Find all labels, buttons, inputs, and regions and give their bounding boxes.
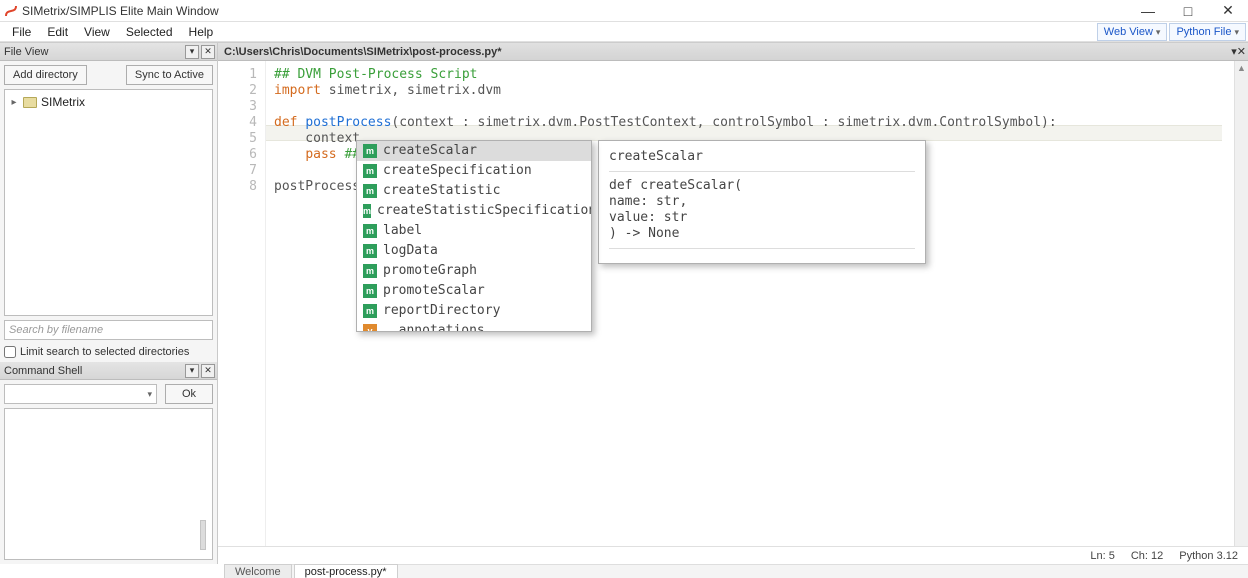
limit-search-checkbox[interactable]: Limit search to selected directories bbox=[4, 346, 213, 358]
autocomplete-item[interactable]: m createSpecification bbox=[357, 161, 591, 181]
window-title: SIMetrix/SIMPLIS Elite Main Window bbox=[22, 4, 1128, 18]
code-editor[interactable]: 1 2 3 4 5 6 7 8 ## DVM Post-Process Scri… bbox=[218, 61, 1248, 564]
fileview-close-button[interactable]: ✕ bbox=[201, 45, 215, 59]
menu-edit[interactable]: Edit bbox=[39, 23, 76, 41]
menu-file[interactable]: File bbox=[4, 23, 39, 41]
autocomplete-label: createSpecification bbox=[383, 163, 532, 179]
menu-help[interactable]: Help bbox=[181, 23, 222, 41]
cmdshell-collapse-button[interactable]: ▾ bbox=[185, 364, 199, 378]
method-icon: m bbox=[363, 204, 371, 218]
autocomplete-item[interactable]: m reportDirectory bbox=[357, 301, 591, 321]
file-search-input[interactable]: Search by filename bbox=[4, 320, 213, 340]
autocomplete-label: logData bbox=[383, 243, 438, 259]
line-gutter: 1 2 3 4 5 6 7 8 bbox=[218, 61, 266, 564]
autocomplete-label: createStatisticSpecification bbox=[377, 203, 591, 219]
tab-welcome[interactable]: Welcome bbox=[224, 564, 292, 578]
fileview-panel: Add directory Sync to Active ▸ SIMetrix … bbox=[0, 61, 217, 362]
cmd-input[interactable] bbox=[4, 384, 157, 404]
autocomplete-label: label bbox=[383, 223, 422, 239]
autocomplete-item[interactable]: v __annotations__ bbox=[357, 321, 591, 331]
autocomplete-label: createStatistic bbox=[383, 183, 500, 199]
app-logo-icon bbox=[4, 4, 18, 18]
close-button[interactable]: ✕ bbox=[1208, 0, 1248, 22]
scroll-up-icon[interactable]: ▲ bbox=[1235, 61, 1248, 75]
method-icon: m bbox=[363, 244, 377, 258]
autocomplete-item[interactable]: m promoteGraph bbox=[357, 261, 591, 281]
autocomplete-item[interactable]: mlabel bbox=[357, 221, 591, 241]
method-icon: m bbox=[363, 144, 377, 158]
cmdshell-close-button[interactable]: ✕ bbox=[201, 364, 215, 378]
autocomplete-item[interactable]: m createScalar bbox=[357, 141, 591, 161]
document-tabs: Welcome post-process.py* bbox=[224, 564, 1248, 578]
autocomplete-label: reportDirectory bbox=[383, 303, 500, 319]
code-body[interactable]: ## DVM Post-Process Script import simetr… bbox=[266, 61, 1234, 564]
status-line: 5 bbox=[1109, 550, 1115, 562]
autocomplete-label: promoteScalar bbox=[383, 283, 485, 299]
maximize-button[interactable]: □ bbox=[1168, 0, 1208, 22]
fileview-title: File View bbox=[4, 46, 183, 58]
pythonfile-dropdown[interactable]: Python File bbox=[1169, 23, 1246, 41]
cmdshell-panel: Ok bbox=[0, 380, 217, 564]
tab-postprocess[interactable]: post-process.py* bbox=[294, 564, 398, 578]
tree-root-label: SIMetrix bbox=[41, 95, 85, 109]
doc-popup: createScalar def createScalar( name: str… bbox=[598, 140, 926, 264]
fileview-collapse-button[interactable]: ▾ bbox=[185, 45, 199, 59]
autocomplete-item[interactable]: m createStatistic bbox=[357, 181, 591, 201]
fileview-header: File View ▾ ✕ bbox=[0, 43, 217, 61]
cmd-output bbox=[4, 408, 213, 560]
minimize-button[interactable]: — bbox=[1128, 0, 1168, 22]
method-icon: m bbox=[363, 264, 377, 278]
editor-vscrollbar[interactable]: ▲ ▼ bbox=[1234, 61, 1248, 564]
autocomplete-item[interactable]: m promoteScalar bbox=[357, 281, 591, 301]
method-icon: m bbox=[363, 304, 377, 318]
status-bar: Ln: 5 Ch: 12 Python 3.12 bbox=[218, 546, 1248, 564]
cmd-ok-button[interactable]: Ok bbox=[165, 384, 213, 404]
autocomplete-item[interactable]: m logData bbox=[357, 241, 591, 261]
sync-to-active-button[interactable]: Sync to Active bbox=[126, 65, 213, 85]
editor-close-button[interactable]: ✕ bbox=[1237, 45, 1246, 58]
add-directory-button[interactable]: Add directory bbox=[4, 65, 87, 85]
autocomplete-label: promoteGraph bbox=[383, 263, 477, 279]
vertical-splitter[interactable] bbox=[200, 520, 206, 550]
cmdshell-header: Command Shell ▾ ✕ bbox=[0, 362, 217, 380]
tree-expand-icon[interactable]: ▸ bbox=[9, 97, 19, 108]
method-icon: m bbox=[363, 184, 377, 198]
menu-selected[interactable]: Selected bbox=[118, 23, 181, 41]
tree-root-item[interactable]: ▸ SIMetrix bbox=[9, 94, 208, 110]
autocomplete-label: __annotations__ bbox=[383, 323, 500, 331]
limit-search-checkbox-box[interactable] bbox=[4, 346, 16, 358]
method-icon: m bbox=[363, 224, 377, 238]
title-bar: SIMetrix/SIMPLIS Elite Main Window — □ ✕ bbox=[0, 0, 1248, 22]
autocomplete-item[interactable]: m createStatisticSpecification bbox=[357, 201, 591, 221]
autocomplete-popup[interactable]: mcreateScalarmcreateSpecificationmcreate… bbox=[356, 140, 592, 332]
menu-view[interactable]: View bbox=[76, 23, 118, 41]
limit-search-label: Limit search to selected directories bbox=[20, 346, 189, 358]
webview-dropdown[interactable]: Web View bbox=[1097, 23, 1168, 41]
status-python: Python 3.12 bbox=[1179, 550, 1238, 562]
file-tree[interactable]: ▸ SIMetrix bbox=[4, 89, 213, 316]
autocomplete-label: createScalar bbox=[383, 143, 477, 159]
method-icon: m bbox=[363, 164, 377, 178]
method-icon: m bbox=[363, 284, 377, 298]
doc-title: createScalar bbox=[609, 149, 915, 165]
variable-icon: v bbox=[363, 324, 377, 331]
folder-icon bbox=[23, 97, 37, 108]
cmdshell-title: Command Shell bbox=[4, 365, 183, 377]
editor-header: C:\Users\Chris\Documents\SIMetrix\post-p… bbox=[218, 43, 1248, 61]
editor-filepath: C:\Users\Chris\Documents\SIMetrix\post-p… bbox=[224, 46, 1231, 58]
status-col: 12 bbox=[1151, 550, 1163, 562]
menu-bar: File Edit View Selected Help Web View Py… bbox=[0, 22, 1248, 42]
